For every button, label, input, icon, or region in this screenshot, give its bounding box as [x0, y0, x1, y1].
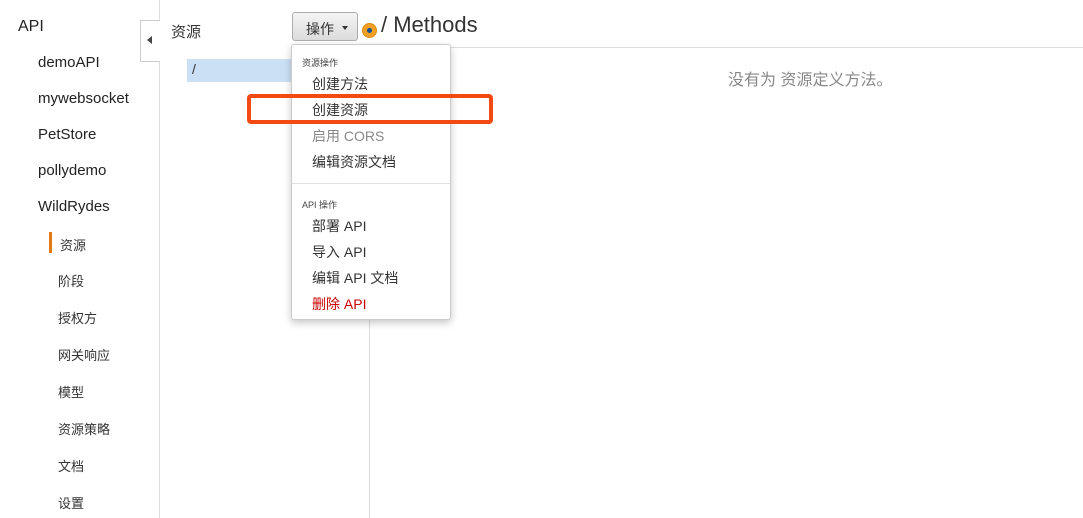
side-navigation: API demoAPI mywebsocket PetStore pollyde… — [0, 0, 160, 518]
nav-sub-item-settings[interactable]: 设置 — [58, 493, 84, 512]
menu-item-enable-cors[interactable]: 启用 CORS — [312, 126, 384, 146]
nav-title-api[interactable]: API — [18, 18, 44, 36]
menu-item-deploy-api[interactable]: 部署 API — [312, 216, 366, 236]
menu-item-import-api[interactable]: 导入 API — [312, 242, 366, 262]
resource-tree-root-label: / — [192, 61, 196, 77]
actions-button-label: 操作 — [306, 21, 334, 37]
nav-sub-item-stages[interactable]: 阶段 — [58, 271, 84, 290]
collapse-sidebar-button[interactable] — [140, 20, 160, 62]
menu-item-delete-api[interactable]: 删除 API — [312, 294, 366, 314]
menu-item-create-method[interactable]: 创建方法 — [312, 74, 368, 94]
nav-sub-item-authorizers[interactable]: 授权方 — [58, 308, 97, 327]
nav-sub-item-resource-policy[interactable]: 资源策略 — [58, 419, 110, 438]
nav-sub-item-documentation[interactable]: 文档 — [58, 456, 84, 475]
status-indicator-icon — [362, 23, 377, 38]
nav-sub-item-models[interactable]: 模型 — [58, 382, 84, 401]
highlight-annotation-box — [247, 94, 493, 124]
menu-section-api-actions: API 操作 — [302, 200, 338, 210]
header-divider — [370, 47, 1083, 48]
empty-state-message: 没有为 资源定义方法。 — [728, 72, 893, 89]
caret-down-icon — [342, 26, 348, 30]
nav-sub-item-gateway-responses[interactable]: 网关响应 — [58, 345, 110, 364]
menu-item-edit-api-docs[interactable]: 编辑 API 文档 — [312, 268, 398, 288]
actions-dropdown-button[interactable]: 操作 — [292, 12, 358, 41]
actions-dropdown-menu: 资源操作 创建方法 创建资源 启用 CORS 编辑资源文档 API 操作 部署 … — [291, 44, 451, 320]
chevron-left-icon — [147, 36, 152, 44]
page-title: / Methods — [381, 12, 478, 37]
menu-section-resource-actions: 资源操作 — [302, 58, 339, 68]
nav-item-demoapi[interactable]: demoAPI — [38, 54, 100, 71]
menu-item-edit-resource-docs[interactable]: 编辑资源文档 — [312, 152, 396, 172]
nav-item-mywebsocket[interactable]: mywebsocket — [38, 90, 129, 107]
nav-item-petstore[interactable]: PetStore — [38, 126, 96, 143]
resource-tree-root-row[interactable]: / — [187, 59, 297, 82]
nav-item-pollydemo[interactable]: pollydemo — [38, 162, 106, 179]
nav-item-wildrydes[interactable]: WildRydes — [38, 198, 110, 215]
menu-divider — [292, 183, 450, 184]
nav-sub-item-resources[interactable]: 资源 — [60, 235, 86, 254]
nav-active-indicator — [49, 232, 52, 253]
resources-panel-title: 资源 — [171, 24, 202, 41]
